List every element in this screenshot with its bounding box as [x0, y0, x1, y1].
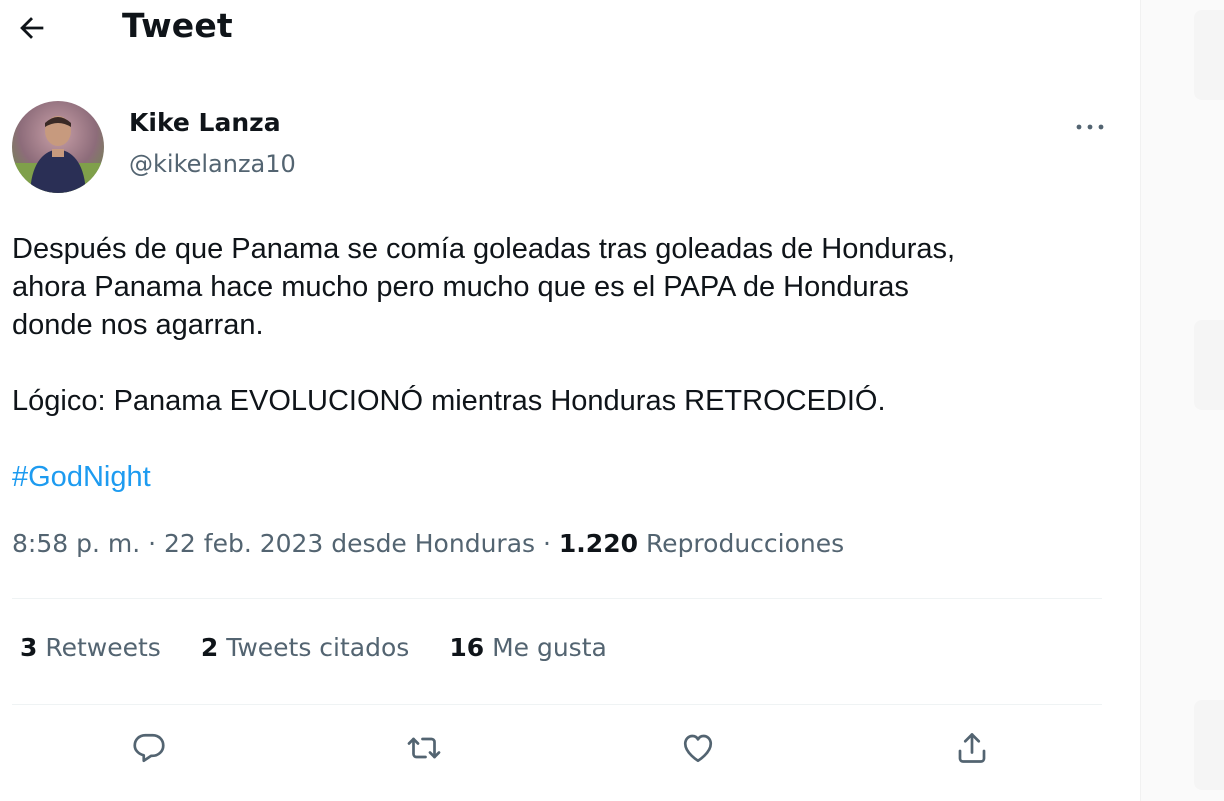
tweet-time[interactable]: 8:58 p. m.: [12, 529, 140, 558]
tweet-line: ahora Panama hace mucho pero mucho que e…: [12, 271, 909, 303]
sidebar-panel: [1194, 700, 1224, 790]
hashtag-link[interactable]: #GodNight: [12, 461, 151, 493]
heart-icon: [683, 734, 713, 763]
tweet-line: donde nos agarran.: [12, 309, 264, 341]
quotes-count: 2: [200, 633, 219, 662]
retweet-icon: [407, 737, 441, 759]
tweet-meta: 8:58 p. m. · 22 feb. 2023 desde Honduras…: [12, 529, 844, 558]
sidebar-panel: [1194, 10, 1224, 100]
quotes-stat[interactable]: 2 Tweets citados: [201, 633, 409, 662]
tweet-text: Después de que Panama se comía goleadas …: [12, 230, 1122, 496]
quotes-label: Tweets citados: [226, 633, 410, 662]
more-dots-icon: [1076, 124, 1104, 130]
likes-stat[interactable]: 16 Me gusta: [449, 633, 607, 662]
meta-separator: ·: [543, 529, 551, 558]
share-button[interactable]: [946, 722, 998, 774]
main-column: Tweet Kike Lanza @kikelanza10 Después de…: [0, 0, 1140, 801]
back-button[interactable]: [8, 6, 56, 50]
likes-count: 16: [449, 633, 485, 662]
avatar-photo: [12, 101, 104, 193]
meta-separator: ·: [148, 529, 157, 558]
page-title: Tweet: [122, 6, 233, 45]
views-label: Reproducciones: [645, 529, 845, 558]
tweet-date-place[interactable]: 22 feb. 2023 desde Honduras: [164, 529, 535, 558]
retweets-count: 3: [20, 633, 38, 662]
author-name[interactable]: Kike Lanza: [129, 108, 281, 137]
share-icon: [958, 733, 986, 763]
tweet-line: Lógico: Panama EVOLUCIONÓ mientras Hondu…: [12, 385, 886, 417]
retweets-stat[interactable]: 3 Retweets: [20, 633, 161, 662]
reply-icon: [133, 733, 165, 763]
divider: [12, 704, 1102, 705]
views-count: 1.220: [558, 529, 638, 558]
retweets-label: Retweets: [45, 633, 161, 662]
likes-label: Me gusta: [492, 633, 607, 662]
right-sidebar: [1140, 0, 1224, 801]
top-header: Tweet: [0, 0, 1140, 56]
reply-button[interactable]: [123, 722, 175, 774]
arrow-left-icon: [20, 17, 44, 39]
retweet-button[interactable]: [398, 722, 450, 774]
more-options-button[interactable]: [1066, 108, 1114, 146]
sidebar-panel: [1194, 320, 1224, 410]
like-button[interactable]: [672, 722, 724, 774]
engagement-stats: 3 Retweets 2 Tweets citados 16 Me gusta: [20, 633, 607, 662]
avatar[interactable]: [12, 101, 104, 193]
tweet-page: Tweet Kike Lanza @kikelanza10 Después de…: [0, 0, 1224, 801]
divider: [12, 598, 1102, 599]
author-handle[interactable]: @kikelanza10: [129, 150, 296, 178]
tweet-line: Después de que Panama se comía goleadas …: [12, 233, 956, 265]
